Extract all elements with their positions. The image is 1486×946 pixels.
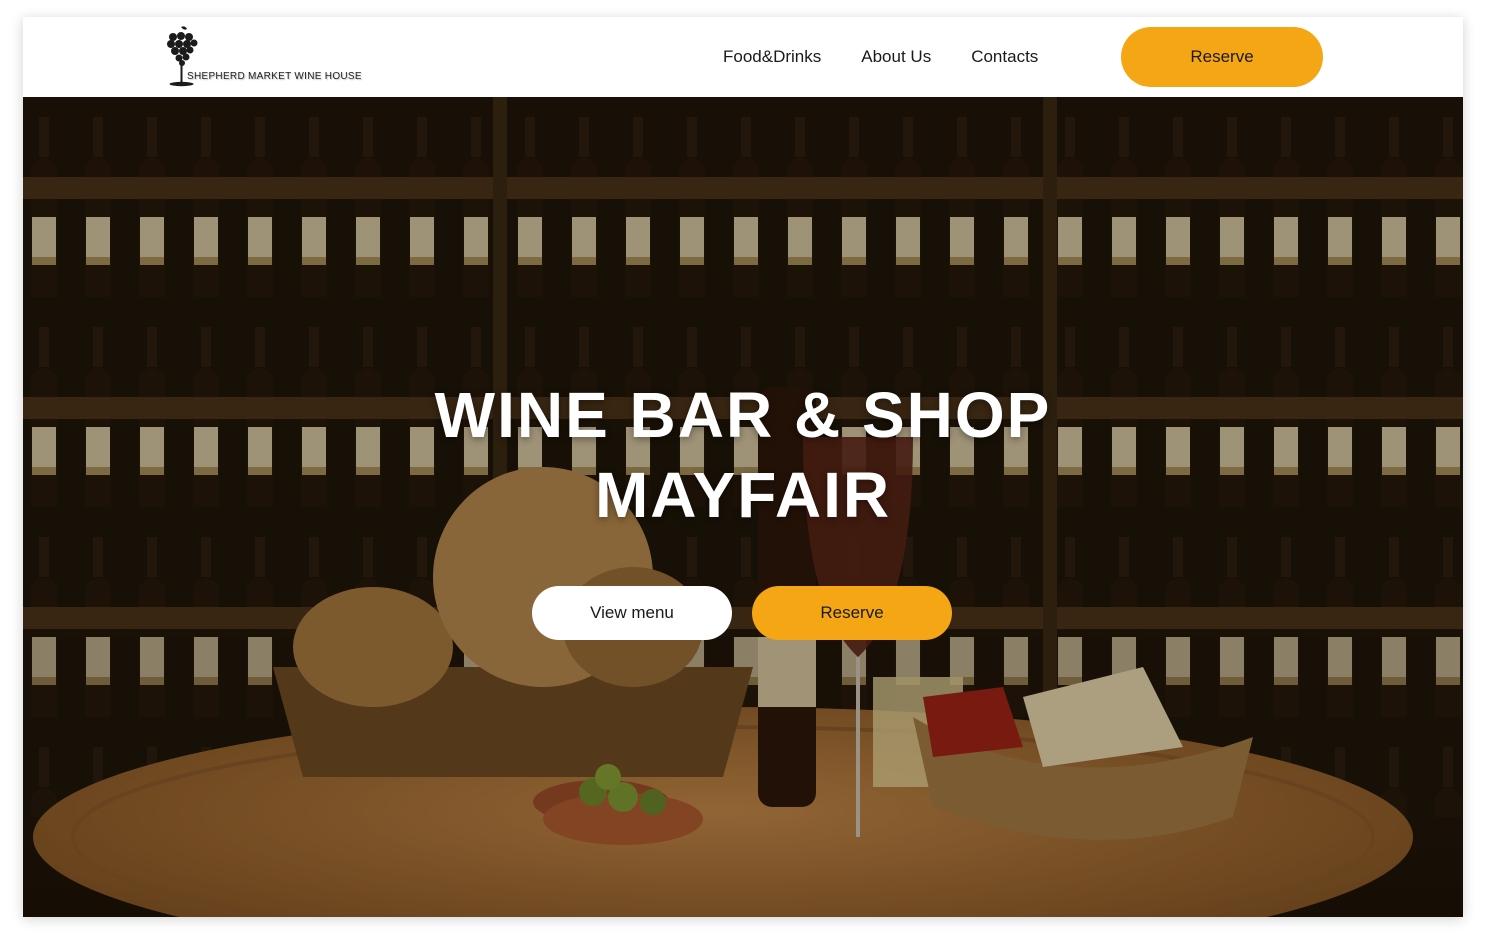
main-nav: Food&Drinks About Us Contacts bbox=[723, 47, 1078, 67]
nav-food-drinks[interactable]: Food&Drinks bbox=[723, 47, 821, 67]
site-header: SHEPHERD MARKET WINE HOUSE Food&Drinks A… bbox=[23, 17, 1463, 97]
nav-about-us[interactable]: About Us bbox=[861, 47, 931, 67]
site-logo[interactable]: SHEPHERD MARKET WINE HOUSE bbox=[165, 25, 365, 89]
browser-frame: SHEPHERD MARKET WINE HOUSE Food&Drinks A… bbox=[23, 17, 1463, 917]
logo-text: SHEPHERD MARKET WINE HOUSE bbox=[187, 71, 362, 82]
hero-section: WINE BAR & SHOP MAYFAIR View menu Reserv… bbox=[23, 97, 1463, 917]
nav-contacts[interactable]: Contacts bbox=[971, 47, 1038, 67]
hero-title-line-1: WINE BAR & SHOP bbox=[434, 379, 1052, 451]
hero-title-line-2: MAYFAIR bbox=[594, 459, 892, 531]
header-reserve-button[interactable]: Reserve bbox=[1121, 27, 1323, 87]
hero-reserve-button[interactable]: Reserve bbox=[752, 586, 952, 640]
view-menu-button[interactable]: View menu bbox=[532, 586, 732, 640]
